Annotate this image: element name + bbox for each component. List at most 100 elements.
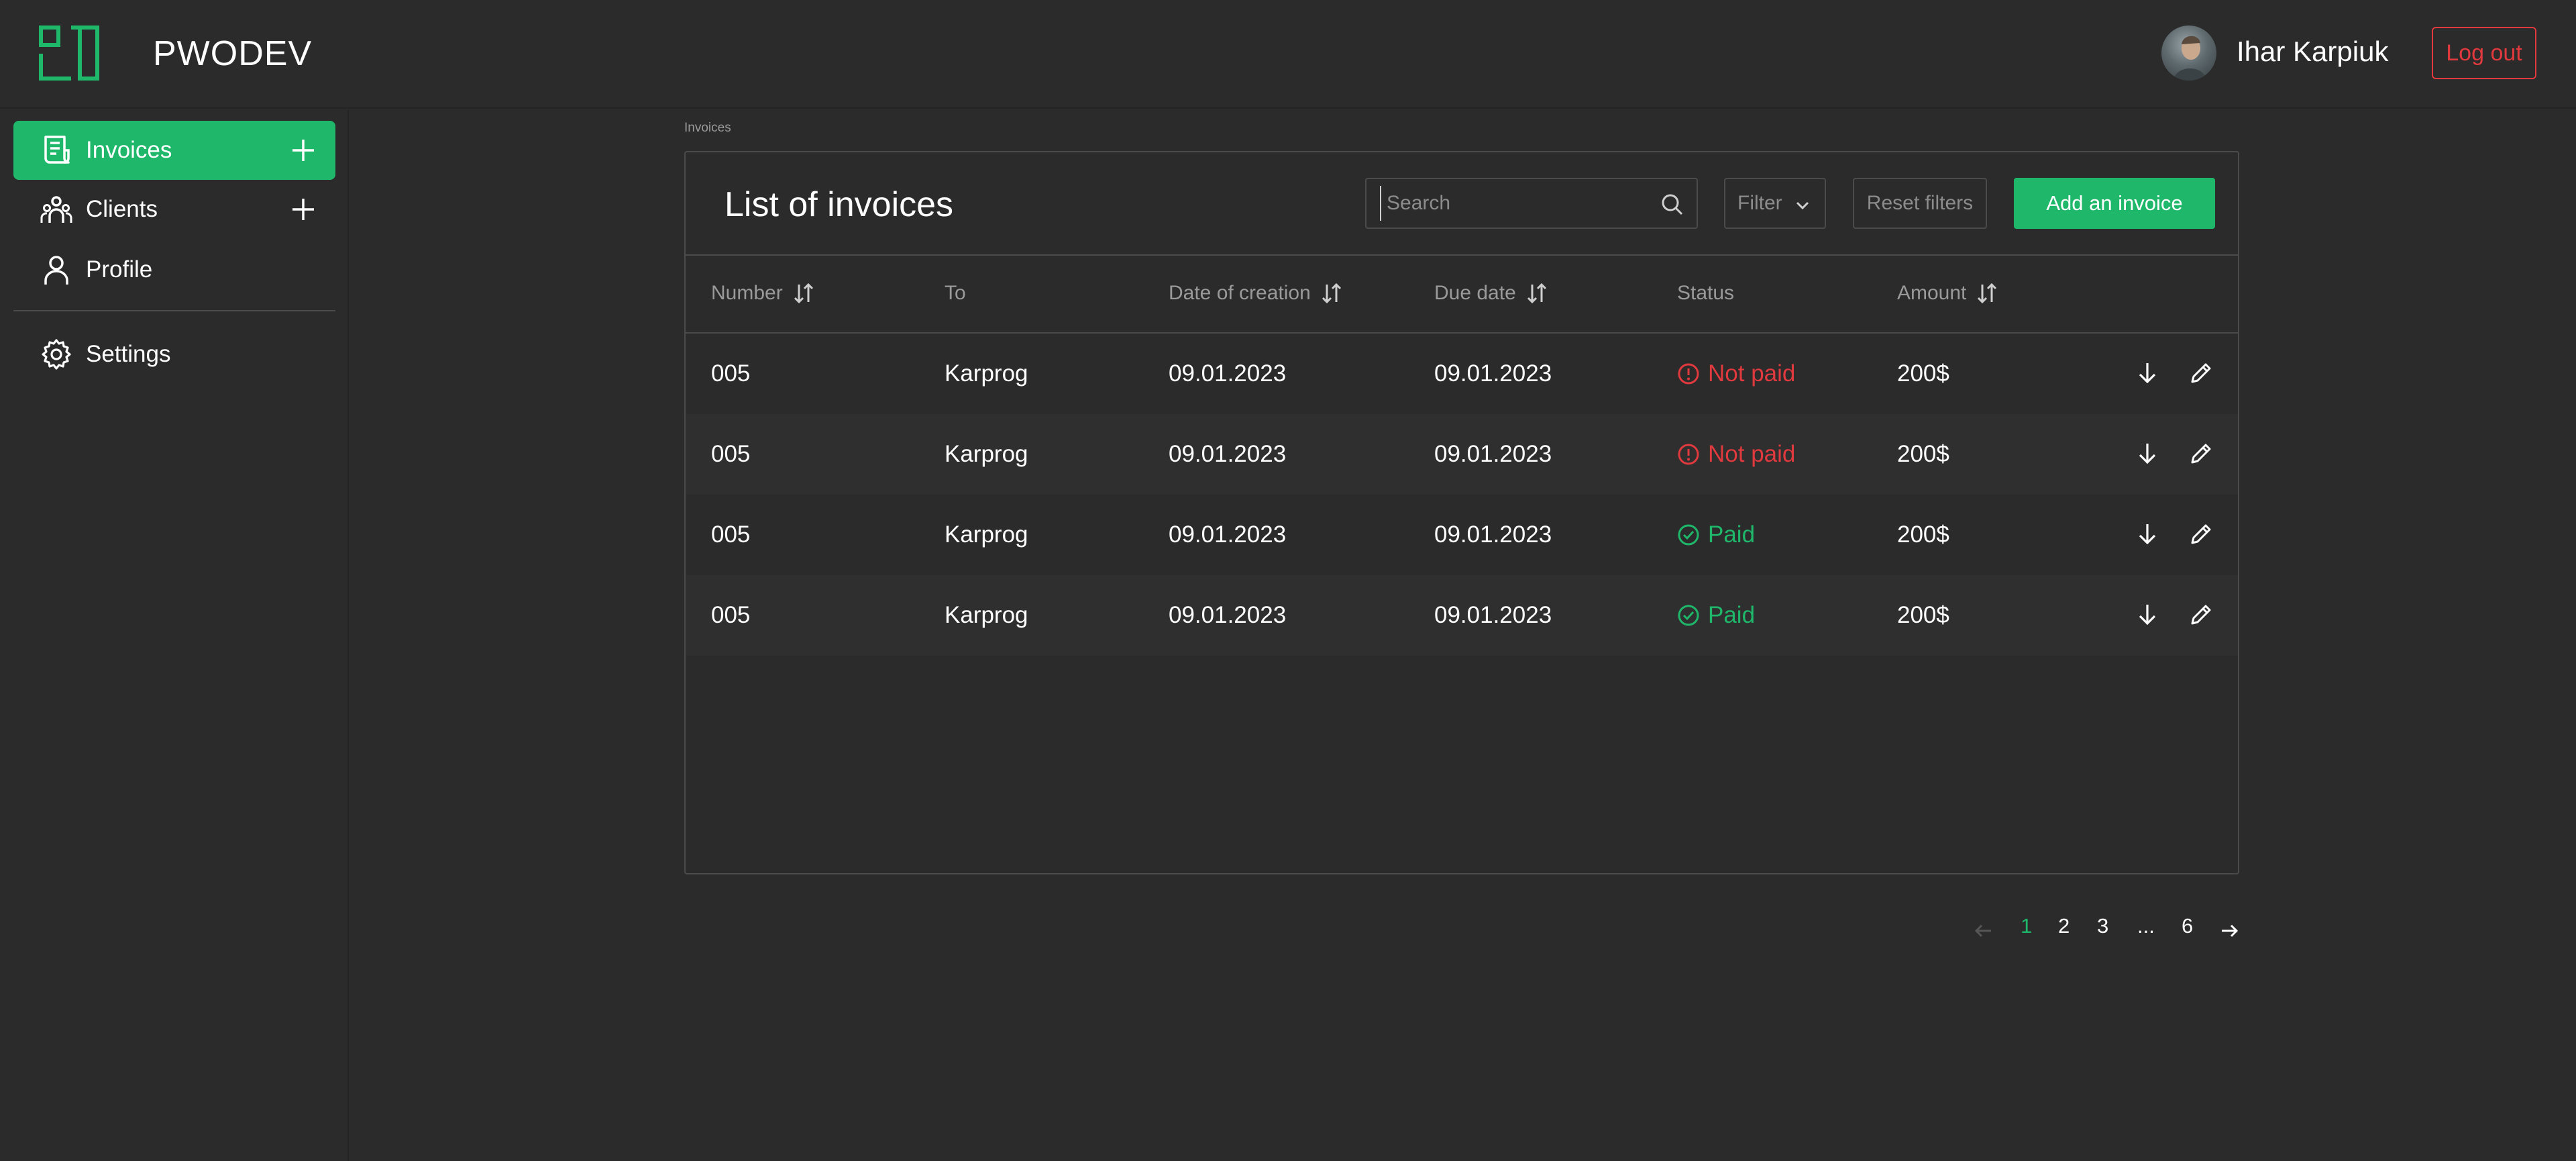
chevron-down-icon (1796, 201, 1809, 210)
avatar[interactable] (2161, 26, 2216, 81)
sidebar-item-label: Clients (86, 196, 158, 222)
page-3[interactable]: 3 (2097, 914, 2108, 938)
page-title: List of invoices (724, 185, 954, 224)
invoices-card: List of invoices Filter Reset filters Ad… (684, 151, 2239, 874)
cell-date-of-creation: 09.01.2023 (1169, 360, 1287, 387)
column-header-due-date[interactable]: Due date (1434, 282, 1548, 305)
column-header-label: Date of creation (1169, 282, 1311, 304)
alert-circle-icon (1678, 363, 1699, 385)
sidebar: Invoices Clients Profile Settings (0, 110, 349, 1161)
cell-date-of-creation: 09.01.2023 (1169, 521, 1287, 548)
sidebar-item-label: Invoices (86, 137, 172, 163)
next-page-arrow-icon[interactable] (2218, 919, 2241, 942)
edit-pencil-icon[interactable] (2187, 440, 2215, 468)
profile-icon (44, 256, 68, 285)
sort-icon[interactable] (1525, 282, 1548, 305)
cell-due-date: 09.01.2023 (1434, 360, 1552, 387)
sidebar-item-label: Settings (86, 341, 171, 367)
table-row[interactable]: 005 Karprog 09.01.2023 09.01.2023 Paid 2… (686, 575, 2238, 656)
sidebar-item-settings[interactable]: Settings (13, 325, 335, 384)
edit-pencil-icon[interactable] (2187, 520, 2215, 548)
cell-due-date: 09.01.2023 (1434, 521, 1552, 548)
sidebar-divider (13, 310, 335, 311)
status-badge: Not paid (1677, 360, 1795, 387)
logout-button[interactable]: Log out (2432, 27, 2536, 79)
alert-circle-icon (1678, 444, 1699, 465)
page-2[interactable]: 2 (2058, 914, 2070, 938)
filter-label: Filter (1737, 192, 1782, 214)
table-row[interactable]: 005 Karprog 09.01.2023 09.01.2023 Paid 2… (686, 495, 2238, 575)
column-header-status: Status (1677, 282, 1734, 305)
table-row[interactable]: 005 Karprog 09.01.2023 09.01.2023 Not pa… (686, 414, 2238, 495)
status-badge: Paid (1677, 602, 1755, 629)
top-bar: PWODEV Ihar Karpiuk Log out (0, 0, 2576, 109)
sidebar-item-label: Profile (86, 256, 153, 283)
edit-pencil-icon[interactable] (2187, 601, 2215, 629)
check-circle-icon (1678, 605, 1699, 626)
cell-due-date: 09.01.2023 (1434, 441, 1552, 467)
download-icon[interactable] (2133, 359, 2161, 387)
prev-page-arrow-icon[interactable] (1972, 919, 1995, 942)
column-header-label: Amount (1897, 282, 1967, 304)
cell-date-of-creation: 09.01.2023 (1169, 602, 1287, 628)
brand-name: PWODEV (153, 34, 313, 73)
status-text: Not paid (1708, 360, 1796, 387)
column-header-date-of-creation[interactable]: Date of creation (1169, 282, 1343, 305)
avatar-portrait-icon (2174, 36, 2206, 81)
cell-amount: 200$ (1897, 360, 1949, 387)
status-text: Paid (1708, 521, 1756, 548)
clients-icon (40, 196, 72, 223)
search-input[interactable] (1380, 186, 1648, 221)
page-ellipsis: ... (2137, 914, 2155, 938)
cell-to: Karprog (945, 602, 1028, 628)
pagination: 1 2 3 ... 6 (1972, 914, 2241, 948)
status-text: Paid (1708, 602, 1756, 628)
cell-number: 005 (711, 441, 751, 467)
column-header-label: Status (1677, 282, 1735, 304)
gear-icon (42, 339, 71, 370)
sort-icon[interactable] (1320, 282, 1343, 305)
pwodev-logo[interactable] (39, 26, 99, 81)
reset-filters-button[interactable]: Reset filters (1853, 178, 1987, 229)
page-1[interactable]: 1 (2021, 914, 2032, 938)
cell-number: 005 (711, 360, 751, 387)
cell-to: Karprog (945, 521, 1028, 548)
sort-icon[interactable] (792, 282, 815, 305)
add-invoice-button[interactable]: Add an invoice (2014, 178, 2215, 229)
add-invoice-plus-icon[interactable] (291, 138, 315, 162)
sidebar-item-clients[interactable]: Clients (13, 180, 335, 239)
status-text: Not paid (1708, 441, 1796, 467)
column-header-label: Due date (1434, 282, 1516, 304)
sidebar-item-profile[interactable]: Profile (13, 240, 335, 299)
search-box[interactable] (1365, 178, 1698, 229)
column-header-amount[interactable]: Amount (1897, 282, 1998, 305)
sort-icon[interactable] (1976, 282, 1998, 305)
table-row[interactable]: 005 Karprog 09.01.2023 09.01.2023 Not pa… (686, 334, 2238, 414)
filter-dropdown[interactable]: Filter (1724, 178, 1826, 229)
cell-to: Karprog (945, 360, 1028, 387)
divider (686, 254, 2238, 256)
cell-number: 005 (711, 602, 751, 628)
search-icon[interactable] (1660, 193, 1684, 217)
cell-date-of-creation: 09.01.2023 (1169, 441, 1287, 467)
breadcrumb[interactable]: Invoices (684, 121, 731, 136)
column-header-to: To (945, 282, 966, 305)
cell-number: 005 (711, 521, 751, 548)
add-client-plus-icon[interactable] (291, 197, 315, 221)
download-icon[interactable] (2133, 601, 2161, 629)
sidebar-item-invoices[interactable]: Invoices (13, 121, 335, 180)
cell-amount: 200$ (1897, 441, 1949, 467)
status-badge: Not paid (1677, 441, 1795, 468)
download-icon[interactable] (2133, 520, 2161, 548)
status-badge: Paid (1677, 521, 1755, 548)
download-icon[interactable] (2133, 440, 2161, 468)
page-6[interactable]: 6 (2182, 914, 2193, 938)
cell-due-date: 09.01.2023 (1434, 602, 1552, 628)
column-header-label: To (945, 282, 966, 304)
user-name[interactable]: Ihar Karpiuk (2237, 36, 2388, 68)
check-circle-icon (1678, 524, 1699, 546)
cell-amount: 200$ (1897, 602, 1949, 628)
edit-pencil-icon[interactable] (2187, 359, 2215, 387)
invoice-icon (44, 136, 70, 164)
column-header-number[interactable]: Number (711, 282, 815, 305)
